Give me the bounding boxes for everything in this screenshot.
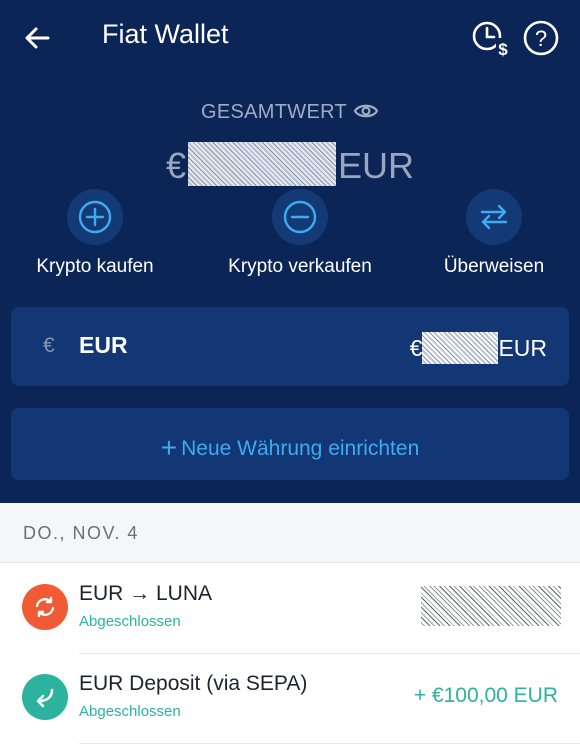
question-mark-icon: ?	[523, 20, 559, 56]
page-title: Fiat Wallet	[102, 19, 229, 49]
total-value-label: GESAMTWERT	[0, 101, 580, 124]
transaction-row[interactable]: EUR → LUNA Abgeschlossen	[0, 564, 580, 654]
wallet-currency-name: EUR	[79, 332, 128, 358]
exchange-icon	[22, 584, 68, 630]
deposit-icon	[22, 674, 68, 720]
wallet-header-panel: Fiat Wallet $ ? GESAMTWERT € EUR Krypto k…	[0, 0, 580, 503]
hidden-wallet-balance-mask	[422, 332, 499, 364]
back-button[interactable]	[18, 18, 58, 58]
minus-circle-icon	[272, 189, 328, 245]
transaction-title: EUR → LUNA	[79, 582, 213, 605]
buy-crypto-action[interactable]: Krypto kaufen	[15, 189, 175, 278]
clock-dollar-icon: $	[472, 21, 510, 59]
back-arrow-icon	[25, 27, 50, 49]
add-currency-label: Neue Währung einrichten	[181, 437, 420, 460]
sell-crypto-action[interactable]: Krypto verkaufen	[220, 189, 380, 278]
top-bar: Fiat Wallet $ ?	[0, 0, 580, 76]
add-currency-label-row: + Neue Währung einrichten	[11, 432, 569, 464]
wallet-balance: € EUR	[410, 332, 547, 364]
transaction-title: EUR Deposit (via SEPA)	[79, 672, 308, 695]
hidden-balance-mask	[188, 142, 336, 186]
plus-icon: +	[160, 432, 178, 463]
add-currency-button[interactable]: + Neue Währung einrichten	[11, 408, 569, 480]
transaction-status: Abgeschlossen	[79, 703, 181, 720]
buy-crypto-label: Krypto kaufen	[36, 256, 154, 277]
svg-text:$: $	[498, 40, 508, 58]
total-value-label-text: GESAMTWERT	[201, 101, 347, 123]
total-currency-code: EUR	[338, 145, 415, 186]
euro-symbol-icon: €	[43, 334, 55, 357]
transfer-arrows-icon	[466, 189, 522, 245]
eye-icon[interactable]	[353, 101, 379, 121]
date-label: DO., NOV. 4	[23, 523, 139, 543]
transaction-amount: + €100,00 EUR	[413, 684, 558, 707]
transaction-row[interactable]: EUR Deposit (via SEPA) Abgeschlossen + €…	[0, 654, 580, 744]
svg-text:?: ?	[535, 26, 547, 51]
hidden-transaction-amount-mask	[421, 586, 561, 626]
plus-circle-icon	[67, 189, 123, 245]
total-value-amount: € EUR	[0, 142, 580, 187]
wallet-balance-symbol: €	[409, 335, 423, 361]
transaction-history-button[interactable]: $	[470, 18, 510, 59]
eur-wallet-card[interactable]: € EUR € EUR	[11, 307, 569, 386]
transfer-label: Überweisen	[443, 256, 545, 277]
sell-crypto-label: Krypto verkaufen	[228, 256, 372, 277]
wallet-balance-code: EUR	[498, 335, 547, 361]
help-button[interactable]: ?	[521, 18, 561, 58]
transfer-action[interactable]: Überweisen	[414, 189, 574, 278]
total-currency-symbol: €	[165, 145, 186, 186]
transaction-status: Abgeschlossen	[79, 613, 181, 630]
date-section-header: DO., NOV. 4	[0, 503, 580, 563]
